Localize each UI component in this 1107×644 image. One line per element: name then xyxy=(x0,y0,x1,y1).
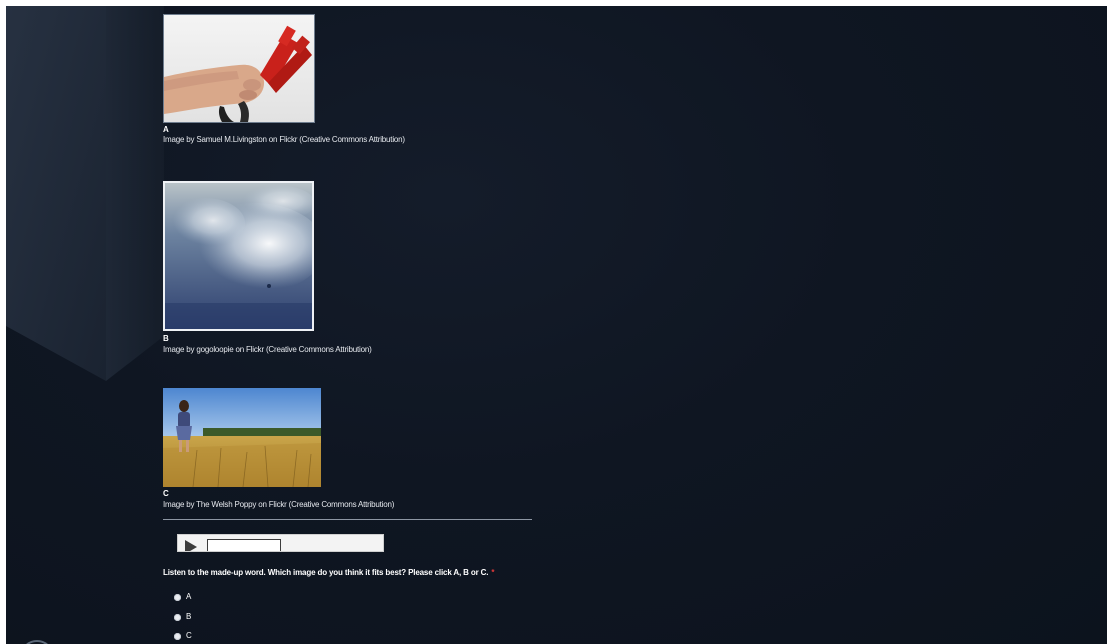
radio-c[interactable] xyxy=(174,632,181,640)
image-b-credit: Image by gogoloopie on Flickr (Creative … xyxy=(163,345,372,354)
section-divider xyxy=(163,519,532,520)
image-a-credit: Image by Samuel M.Livingston on Flickr (… xyxy=(163,135,405,144)
option-b[interactable]: B xyxy=(174,611,191,623)
image-b-letter: B xyxy=(163,334,169,343)
jumper-clamp-photo xyxy=(164,15,314,122)
radio-a[interactable] xyxy=(174,593,181,601)
option-c-label: C xyxy=(186,631,192,640)
option-b-label: B xyxy=(186,612,192,621)
required-marker: * xyxy=(491,568,495,577)
image-a xyxy=(163,14,315,123)
page-background: A Image by Samuel M.Livingston on Flickr… xyxy=(6,6,1107,644)
question-label: Listen to the made-up word. Which image … xyxy=(163,568,489,577)
sprinkler-photo xyxy=(165,183,312,329)
audio-player[interactable] xyxy=(177,534,384,552)
background-circle-decoration xyxy=(20,640,54,644)
image-c xyxy=(163,388,321,487)
option-c[interactable]: C xyxy=(174,630,192,642)
wheat-field-photo xyxy=(163,388,321,487)
image-b xyxy=(163,181,314,331)
option-a-label: A xyxy=(186,592,192,601)
image-c-letter: C xyxy=(163,489,169,498)
image-c-credit: Image by The Welsh Poppy on Flickr (Crea… xyxy=(163,500,395,509)
radio-b[interactable] xyxy=(174,613,181,621)
question-text: Listen to the made-up word. Which image … xyxy=(163,568,494,578)
background-prism-shape xyxy=(6,6,164,381)
image-a-letter: A xyxy=(163,125,169,134)
audio-progress-bar[interactable] xyxy=(207,539,281,551)
play-icon[interactable] xyxy=(185,540,197,551)
option-a[interactable]: A xyxy=(174,591,191,603)
